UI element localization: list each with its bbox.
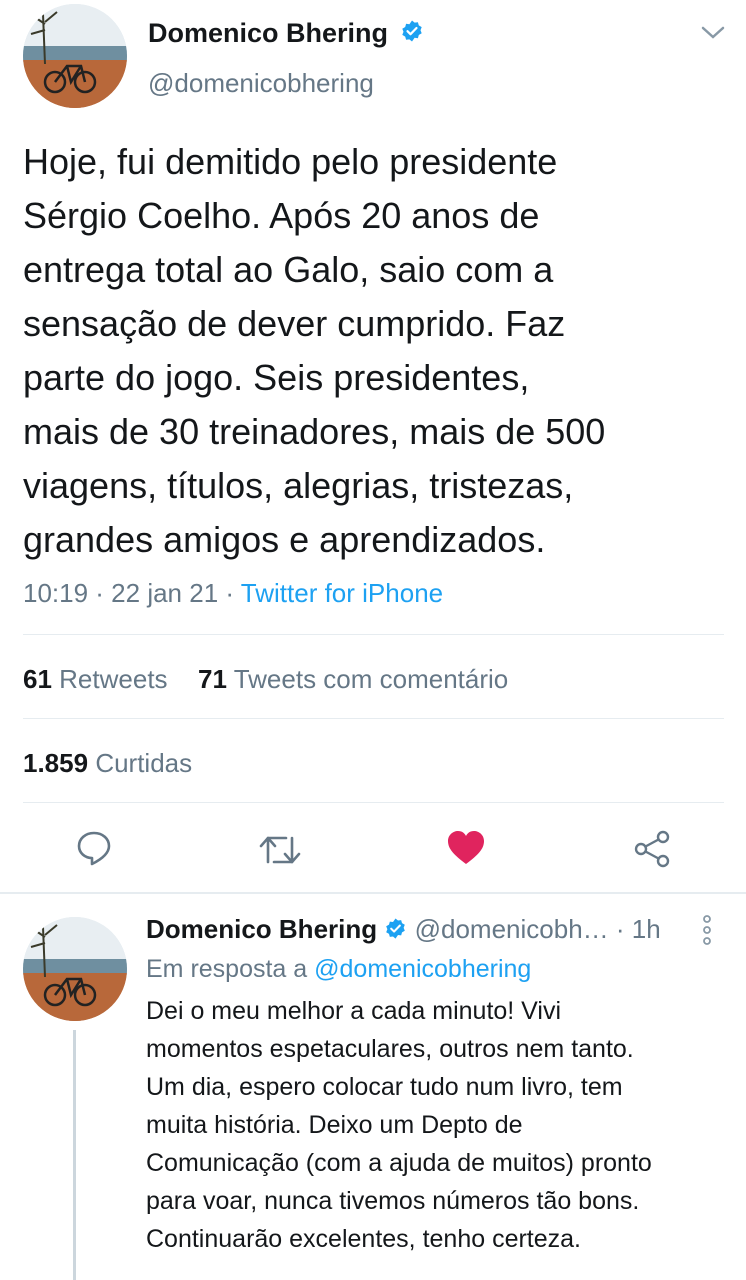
tweet-timestamp[interactable]: 10:19 · 22 jan 21 · bbox=[23, 578, 241, 608]
avatar-image bbox=[23, 4, 127, 108]
retweet-icon[interactable] bbox=[258, 832, 302, 868]
tweet-text-line: sensação de dever cumprido. Faz bbox=[23, 303, 566, 344]
reply-author-handle[interactable]: @domenicobh… bbox=[415, 914, 609, 944]
reply-to-line: Em resposta a @domenicobhering bbox=[146, 955, 531, 984]
divider bbox=[23, 718, 724, 719]
reply-header: Domenico Bhering @domenicobh… · 1h bbox=[146, 914, 706, 947]
more-vertical-icon[interactable] bbox=[700, 913, 714, 952]
chevron-down-icon[interactable] bbox=[700, 24, 726, 47]
tweet-text-line: Hoje, fui demitido pelo presidente bbox=[23, 141, 558, 182]
divider bbox=[23, 802, 724, 803]
tweet-text: Hoje, fui demitido pelo presidente Sérgi… bbox=[23, 135, 738, 567]
author-avatar[interactable] bbox=[23, 4, 127, 108]
reply-text-line: Um dia, espero colocar tudo num livro, t… bbox=[146, 1073, 623, 1101]
reply-text-line: momentos espetaculares, outros nem tanto… bbox=[146, 1035, 634, 1063]
tweet-text-line: mais de 30 treinadores, mais de 500 bbox=[23, 411, 606, 452]
tweet-source[interactable]: Twitter for iPhone bbox=[241, 578, 443, 608]
retweets-count: 61 bbox=[23, 664, 52, 694]
avatar-image bbox=[23, 917, 127, 1021]
retweets-label: Retweets bbox=[59, 664, 168, 694]
tweet-text-line: Sérgio Coelho. Após 20 anos de bbox=[23, 195, 540, 236]
reply-icon[interactable] bbox=[76, 830, 112, 866]
reply-text-line: Continuarão excelentes, tenho certeza. bbox=[146, 1225, 581, 1253]
tweet-text-line: grandes amigos e aprendizados. bbox=[23, 519, 546, 560]
tweet-text-line: viagens, títulos, alegrias, tristezas, bbox=[23, 465, 574, 506]
tweet-text-line: entrega total ao Galo, saio com a bbox=[23, 249, 554, 290]
reply-age: · 1h bbox=[615, 914, 661, 944]
quotes-stat[interactable]: 71 Tweets com comentário bbox=[198, 664, 508, 694]
reply-author-avatar[interactable] bbox=[23, 917, 127, 1021]
quotes-count: 71 bbox=[198, 664, 227, 694]
thread-line bbox=[73, 1030, 76, 1280]
quotes-label: Tweets com comentário bbox=[233, 664, 509, 694]
reply-text-line: Comunicação (com a ajuda de muitos) pron… bbox=[146, 1149, 652, 1177]
reply-text: Dei o meu melhor a cada minuto! Vivi mom… bbox=[146, 992, 746, 1258]
reply-text-line: muita história. Deixo um Depto de bbox=[146, 1111, 523, 1139]
reply-to-label: Em resposta a bbox=[146, 955, 315, 983]
verified-badge-icon bbox=[384, 916, 407, 947]
likes-count: 1.859 bbox=[23, 748, 89, 778]
engagement-stats: 61 Retweets 71 Tweets com comentário bbox=[23, 664, 508, 695]
likes-stat[interactable]: 1.859 Curtidas bbox=[23, 748, 192, 779]
tweet-meta: 10:19 · 22 jan 21 · Twitter for iPhone bbox=[23, 578, 443, 609]
section-divider bbox=[0, 892, 746, 894]
share-icon[interactable] bbox=[633, 830, 671, 868]
divider bbox=[23, 634, 724, 635]
reply-text-line: Dei o meu melhor a cada minuto! Vivi bbox=[146, 997, 562, 1025]
reply-author-name[interactable]: Domenico Bhering bbox=[146, 914, 377, 944]
reply-text-line: para voar, nunca tivemos números tão bon… bbox=[146, 1187, 640, 1215]
reply-to-mention[interactable]: @domenicobhering bbox=[314, 955, 531, 983]
author-handle[interactable]: @domenicobhering bbox=[148, 68, 374, 99]
likes-label: Curtidas bbox=[95, 748, 193, 778]
tweet-text-line: parte do jogo. Seis presidentes, bbox=[23, 357, 530, 398]
verified-badge-icon bbox=[396, 19, 424, 50]
retweets-stat[interactable]: 61 Retweets bbox=[23, 664, 168, 694]
author-name[interactable]: Domenico Bhering bbox=[148, 18, 388, 48]
heart-icon[interactable] bbox=[446, 830, 486, 866]
